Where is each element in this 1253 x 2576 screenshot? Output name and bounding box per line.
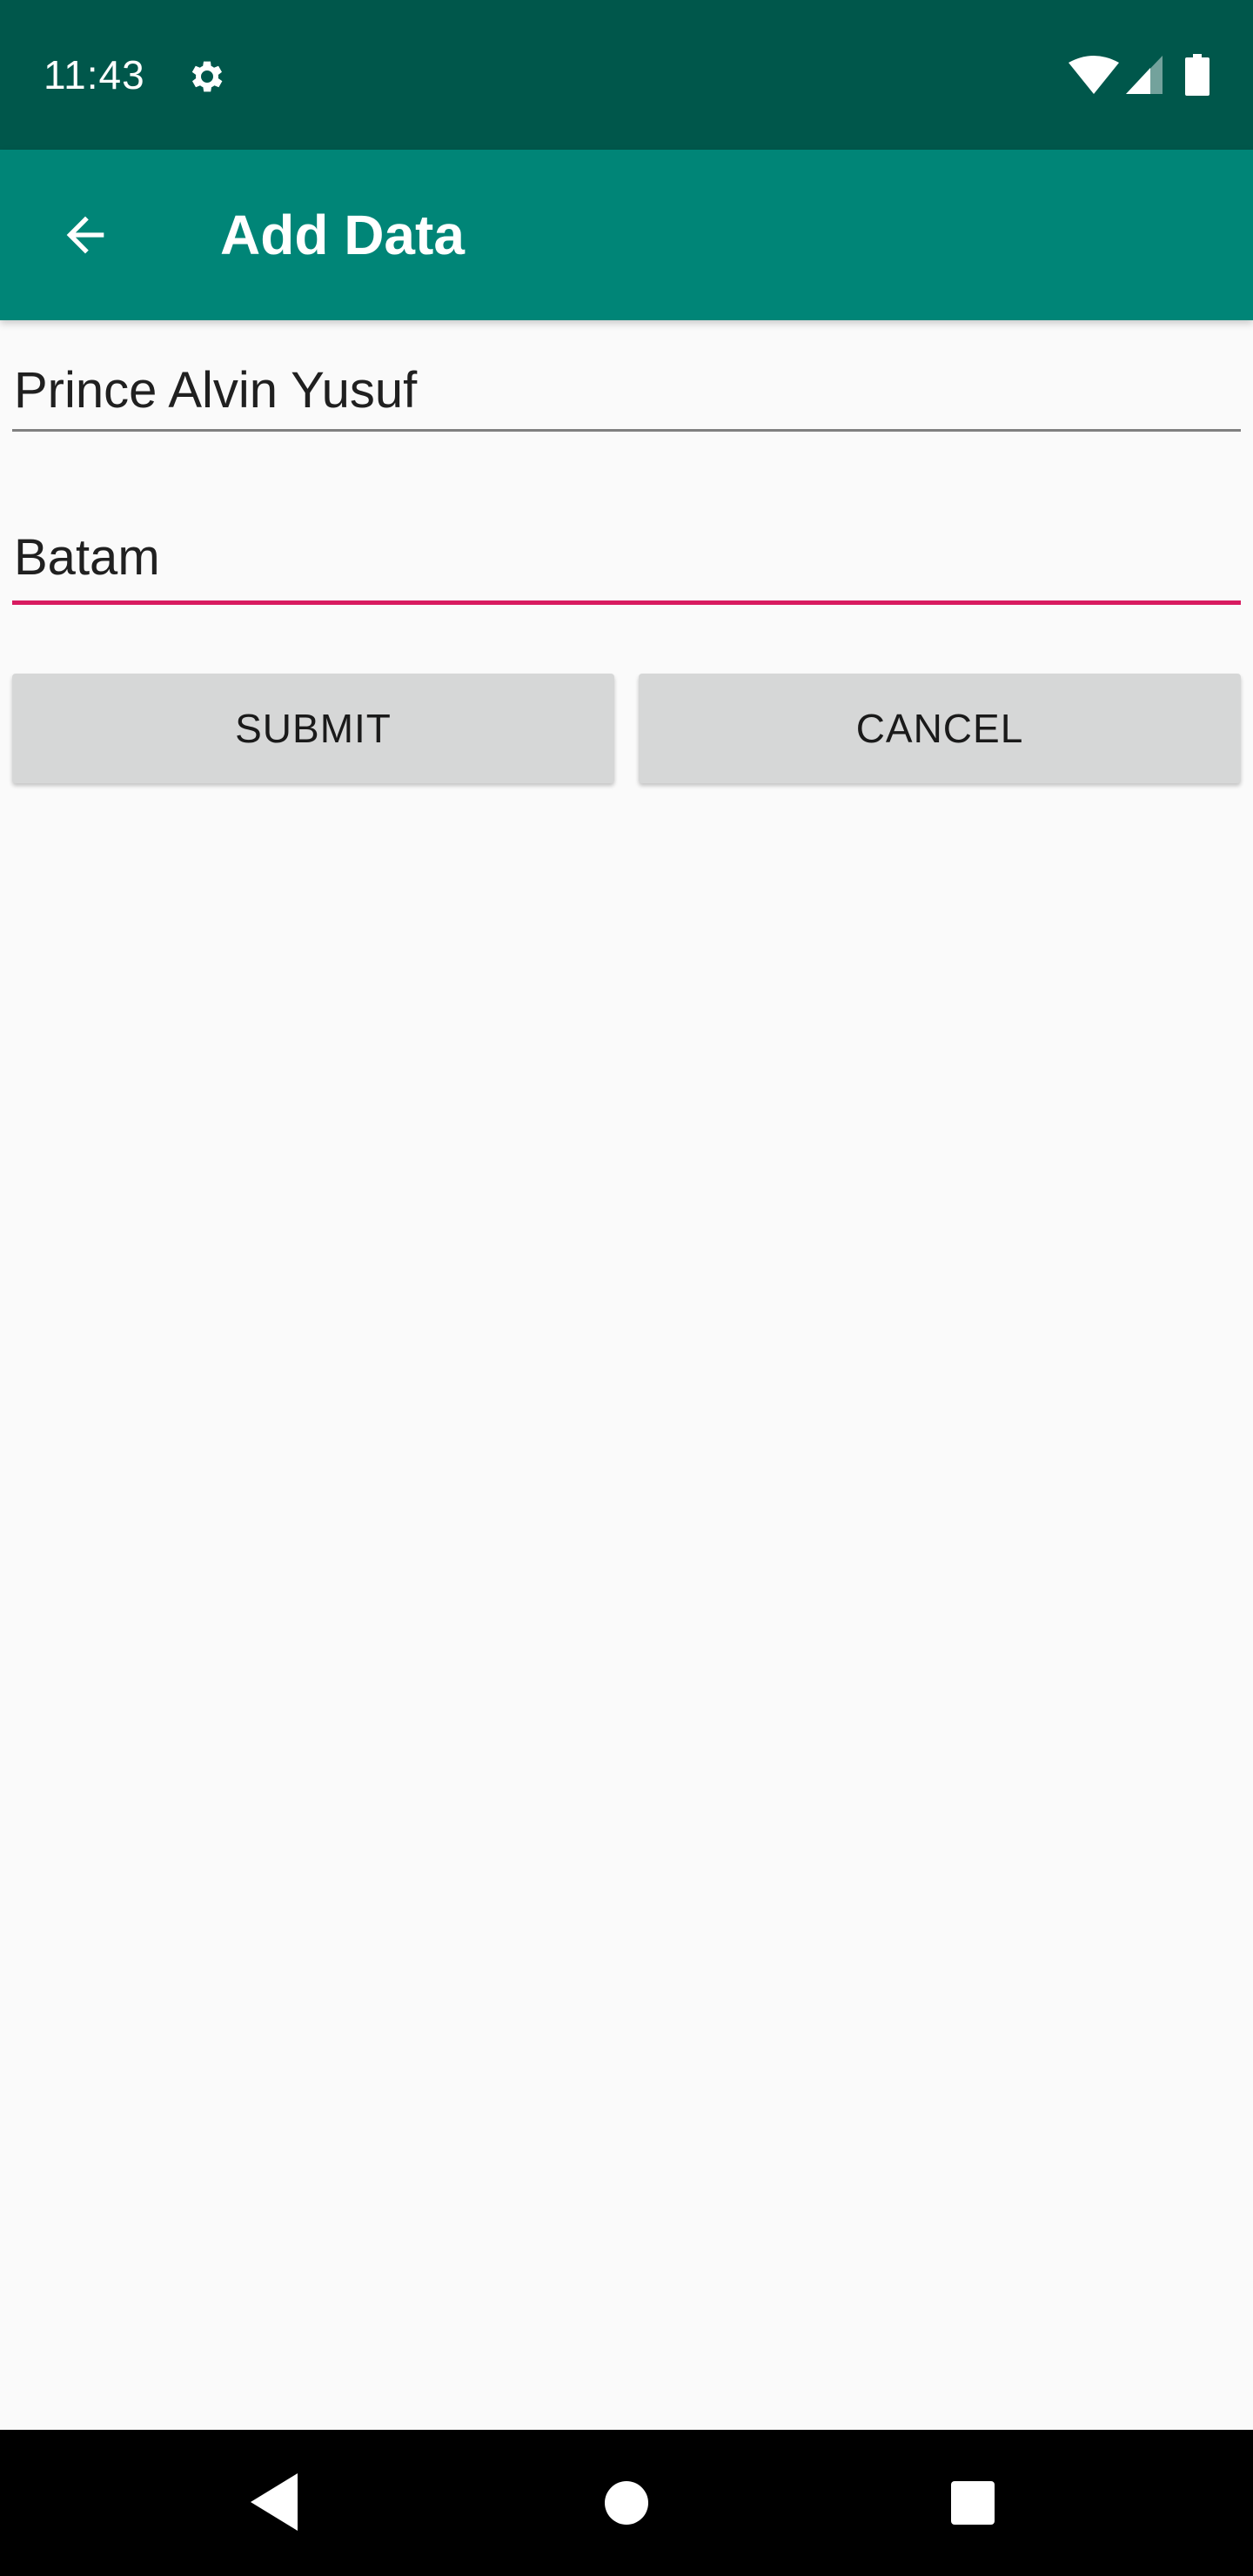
battery-icon <box>1185 54 1209 96</box>
gear-icon <box>191 61 223 92</box>
wifi-icon <box>1069 56 1119 94</box>
city-field-underline <box>12 600 1241 605</box>
city-input[interactable] <box>12 513 1241 600</box>
page-title: Add Data <box>220 204 465 266</box>
system-nav-bar <box>0 2430 1253 2576</box>
name-input[interactable] <box>12 346 1241 433</box>
back-triangle-icon[interactable] <box>249 2472 301 2532</box>
name-field[interactable] <box>12 346 1241 442</box>
cancel-button[interactable]: CANCEL <box>639 674 1241 783</box>
submit-button[interactable]: SUBMIT <box>12 674 614 783</box>
recents-square-icon[interactable] <box>950 2480 995 2526</box>
signal-icon <box>1126 56 1163 94</box>
arrow-left-icon <box>66 216 104 254</box>
status-bar: 11:43 <box>0 0 1253 150</box>
status-time: 11:43 <box>44 52 145 97</box>
name-field-underline <box>12 429 1241 432</box>
city-field[interactable] <box>12 513 1241 609</box>
app-bar: Add Data <box>0 150 1253 320</box>
home-circle-icon[interactable] <box>604 2480 649 2526</box>
back-button[interactable] <box>44 193 127 277</box>
